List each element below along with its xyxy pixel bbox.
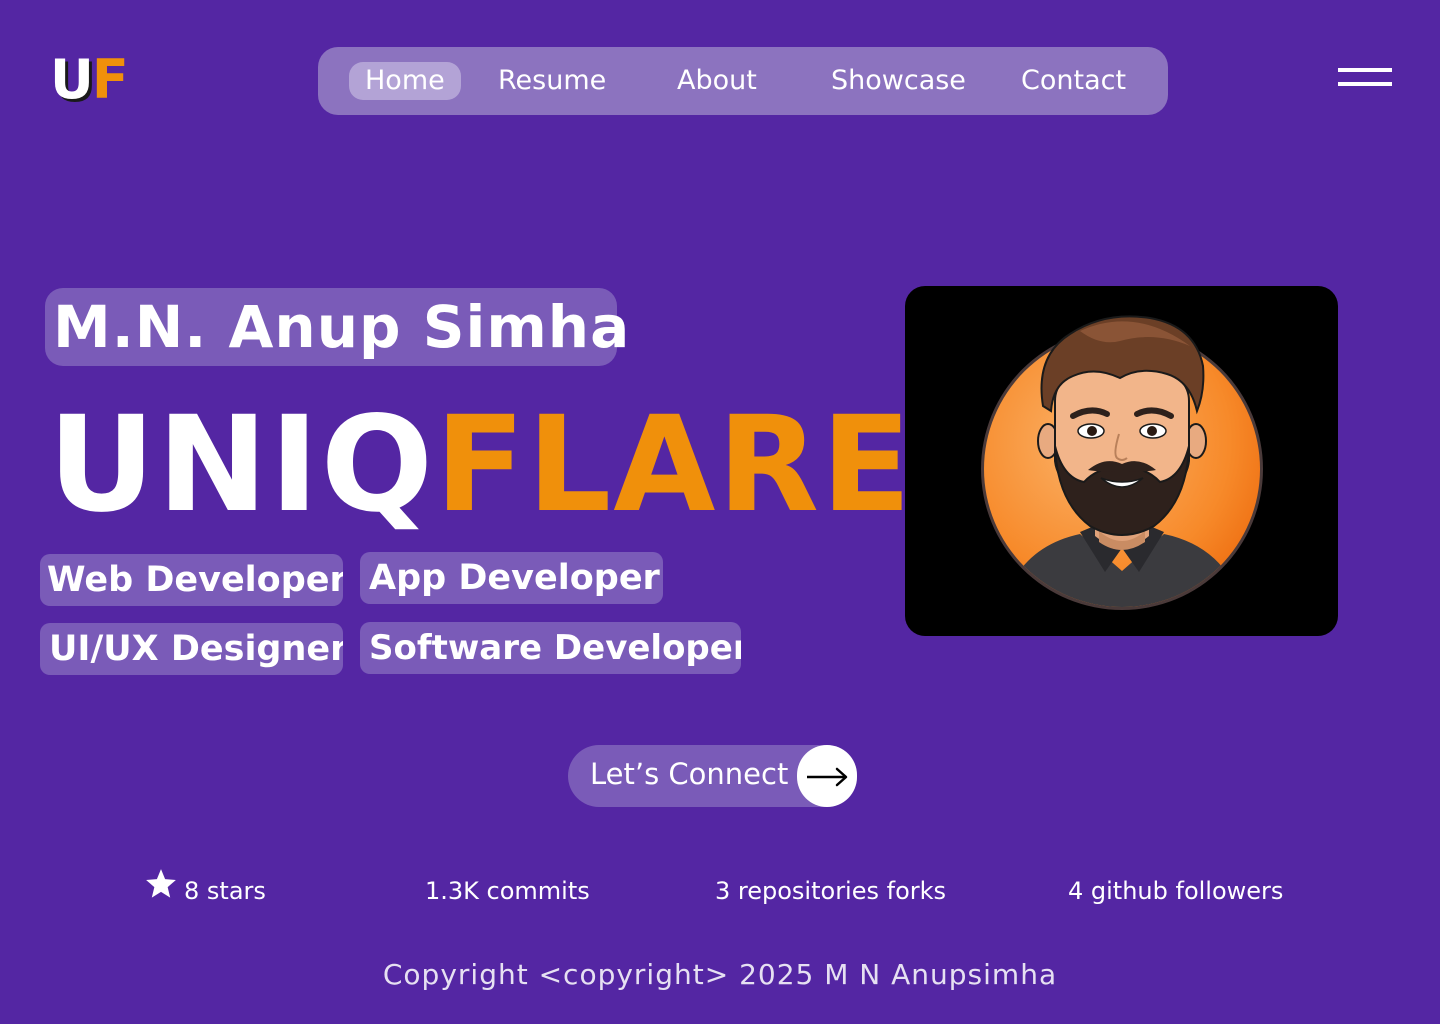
stat-stars: 8 stars [144,868,266,910]
stat-forks: 3 repositories forks [715,877,947,905]
avatar [905,286,1338,636]
footer-copyright: Copyright <copyright> 2025 M N Anupsimha [382,958,1058,991]
role-chip-uiux-designer: UI/UX Designer [40,623,343,675]
stat-followers: 4 github followers [1068,877,1284,905]
hamburger-menu-icon[interactable] [1338,68,1392,90]
name-badge: M.N. Anup Simha [45,288,629,366]
brand-headline: UNIQFLARE. [48,390,965,540]
nav-item-about[interactable]: About [677,62,757,100]
nav-item-resume[interactable]: Resume [498,62,606,100]
hamburger-line-bottom [1338,82,1392,86]
role-chip-software-developer: Software Developer [360,622,741,674]
arrow-right-icon [797,745,857,807]
role-chip-app-developer: App Developer [360,552,663,604]
logo[interactable]: UF [50,48,129,111]
stat-stars-label: 8 stars [184,877,266,905]
hamburger-line-top [1338,68,1392,72]
role-chip-web-developer: Web Developer [40,554,343,606]
lets-connect-label: Let’s Connect [590,757,789,791]
nav-item-home[interactable]: Home [349,62,461,100]
logo-letter-u: U [50,48,94,111]
nav-item-showcase[interactable]: Showcase [831,62,966,100]
nav-item-contact[interactable]: Contact [1021,62,1126,100]
brand-primary: UNIQ [48,388,435,542]
lets-connect-button[interactable]: Let’s Connect [568,745,857,807]
bearded-man-avatar-illustration [981,315,1263,610]
logo-letter-f: F [91,48,129,111]
star-icon [144,867,178,912]
stat-commits: 1.3K commits [425,877,590,905]
main-nav: Home Resume About Showcase Contact [318,47,1168,115]
brand-secondary: FLARE [434,388,914,542]
